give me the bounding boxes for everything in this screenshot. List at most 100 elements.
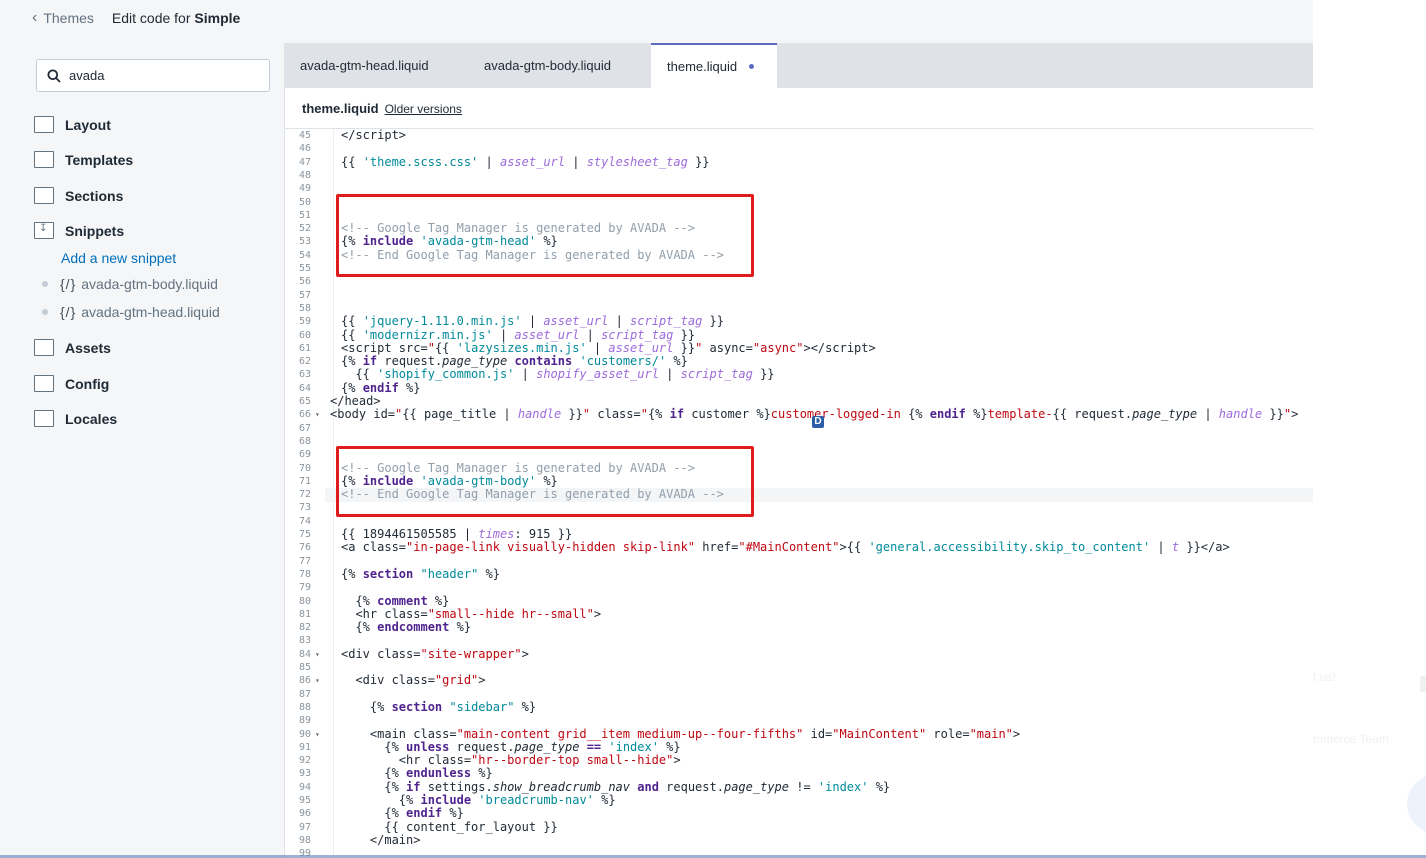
tab-avada-gtm-body[interactable]: avada-gtm-body.liquid [468,43,648,88]
cursor-badge: D [812,416,824,428]
line-number-text: 55 [299,263,312,274]
code-line[interactable]: {{ 1894461505585 | times: 915 }} [341,527,572,541]
line-number: 94 [285,781,325,794]
code-line[interactable]: <script src="{{ 'lazysizes.min.js' | ass… [341,341,876,355]
line-number-text: 64 [299,382,312,394]
line-number-text: 88 [299,701,312,713]
line-number: 47 [285,156,325,169]
line-number-text: 66 [299,409,312,421]
code-line[interactable]: {{ 'theme.scss.css' | asset_url | styles… [341,155,710,169]
folder-open-icon: ↧ [34,222,54,239]
add-snippet-link[interactable]: Add a new snippet [61,250,176,266]
code-line[interactable]: {% unless request.page_type == 'index' %… [341,740,680,754]
line-number: 70 [285,462,325,475]
line-number: 67 [285,422,325,435]
line-number: 73 [285,501,325,514]
code-line[interactable]: <a class="in-page-link visually-hidden s… [341,540,1230,554]
line-number-text: 58 [299,302,312,314]
back-to-themes-link[interactable]: ‹ Themes [20,10,94,27]
code-line[interactable]: {% include 'breadcrumb-nav' %} [341,793,616,807]
folder-assets[interactable]: Assets [34,339,111,356]
line-number-text: 93 [299,768,312,780]
folder-label: Assets [65,339,111,356]
line-number: 65 [285,395,325,408]
code-line[interactable]: </script> [341,129,406,142]
code-line[interactable]: {% endunless %} [341,767,492,781]
line-number: 62 [285,355,325,368]
line-number: 75 [285,528,325,541]
search-input[interactable] [69,68,259,83]
line-number: 45 [285,129,325,142]
folder-locales[interactable]: Locales [34,410,117,427]
code-line[interactable]: {{ 'modernizr.min.js' | asset_url | scri… [341,328,695,342]
line-number-text: 51 [299,209,312,221]
fold-arrow-icon[interactable]: ▾ [315,728,320,741]
line-number-text: 96 [299,808,312,820]
folder-layout[interactable]: Layout [34,116,111,133]
tab-theme-liquid[interactable]: theme.liquid [651,43,777,88]
line-number-text: 76 [299,542,312,554]
line-number-text: 77 [299,555,312,567]
line-number: 69 [285,448,325,461]
line-number: 76 [285,541,325,554]
code-area[interactable]: 45 </script> 46 47 {{ 'theme.scss.css' | ass… [285,129,1313,858]
code-line[interactable]: {% endcomment %} [341,620,471,634]
line-number-text: 68 [299,435,312,447]
line-number: 92 [285,754,325,767]
tab-avada-gtm-head[interactable]: avada-gtm-head.liquid [284,43,452,88]
code-line[interactable]: <hr class="hr--border-top small--hide"> [341,753,681,767]
code-line[interactable]: {% section "sidebar" %} [341,700,536,714]
line-number-text: 69 [299,449,312,461]
line-number: 48 [285,169,325,182]
folder-templates[interactable]: Templates [34,151,133,168]
line-number: 51 [285,209,325,222]
line-number: 77 [285,555,325,568]
top-bar: ‹ Themes Edit code for Simple [20,0,240,36]
code-line[interactable]: <main class="main-content grid__item med… [341,727,1020,741]
older-versions-link[interactable]: Older versions [385,102,462,116]
line-number-text: 75 [299,529,312,540]
gtm-head-highlight-box [336,193,754,278]
code-line[interactable]: {% if settings.show_breadcrumb_nav and r… [341,780,890,794]
code-line[interactable]: {% endif %} [341,806,464,820]
code-line[interactable]: <hr class="small--hide hr--small"> [341,607,601,621]
code-line[interactable]: {{ 'shopify_common.js' | shopify_asset_u… [341,368,774,382]
folder-snippets[interactable]: ↧ Snippets [34,222,124,239]
fold-arrow-icon[interactable]: ▾ [315,648,320,661]
folder-label: Snippets [65,222,125,239]
file-search[interactable] [36,59,270,92]
fold-arrow-icon[interactable]: ▾ [315,674,320,687]
line-number: 85 [285,661,325,674]
code-line[interactable]: {% section "header" %} [341,567,500,581]
line-number: 61 [285,342,325,355]
code-line[interactable]: {% comment %} [341,594,449,608]
line-number-text: 67 [299,422,312,434]
code-line[interactable]: {{ 'jquery-1.11.0.min.js' | asset_url | … [341,314,724,328]
code-line[interactable]: {{ content_for_layout }} [341,820,557,834]
code-line[interactable]: {% endif %} [341,381,421,395]
line-number-text: 70 [299,462,312,474]
line-number-text: 61 [299,342,312,354]
code-line[interactable]: <div class="site-wrapper"> [341,647,529,661]
code-line[interactable]: </head> [330,394,381,408]
theme-editor-frame: ‹ Themes Edit code for Simple Layout Tem… [0,0,1313,858]
line-number-text: 83 [299,635,312,647]
line-number: 74 [285,515,325,528]
snippet-file-avada-gtm-body[interactable]: {/} avada-gtm-body.liquid [42,276,218,292]
code-line[interactable]: {% if request.page_type contains 'custom… [341,354,688,368]
line-number-text: 86 [299,675,312,687]
folder-icon [34,187,54,204]
line-number: 58 [285,302,325,315]
line-number-text: 72 [299,489,312,501]
folder-sections[interactable]: Sections [34,187,123,204]
code-line[interactable]: <div class="grid"> [341,673,485,687]
line-number: 52 [285,222,325,235]
code-line[interactable]: </main> [341,833,421,847]
snippet-file-avada-gtm-head[interactable]: {/} avada-gtm-head.liquid [42,304,220,320]
line-number: 88 [285,701,325,714]
file-sidebar: Layout Templates Sections ↧ Snippets Add… [20,44,282,858]
folder-config[interactable]: Config [34,375,109,392]
line-number-text: 98 [299,834,312,846]
fold-arrow-icon[interactable]: ▾ [315,408,320,421]
folder-label: Templates [65,151,134,168]
